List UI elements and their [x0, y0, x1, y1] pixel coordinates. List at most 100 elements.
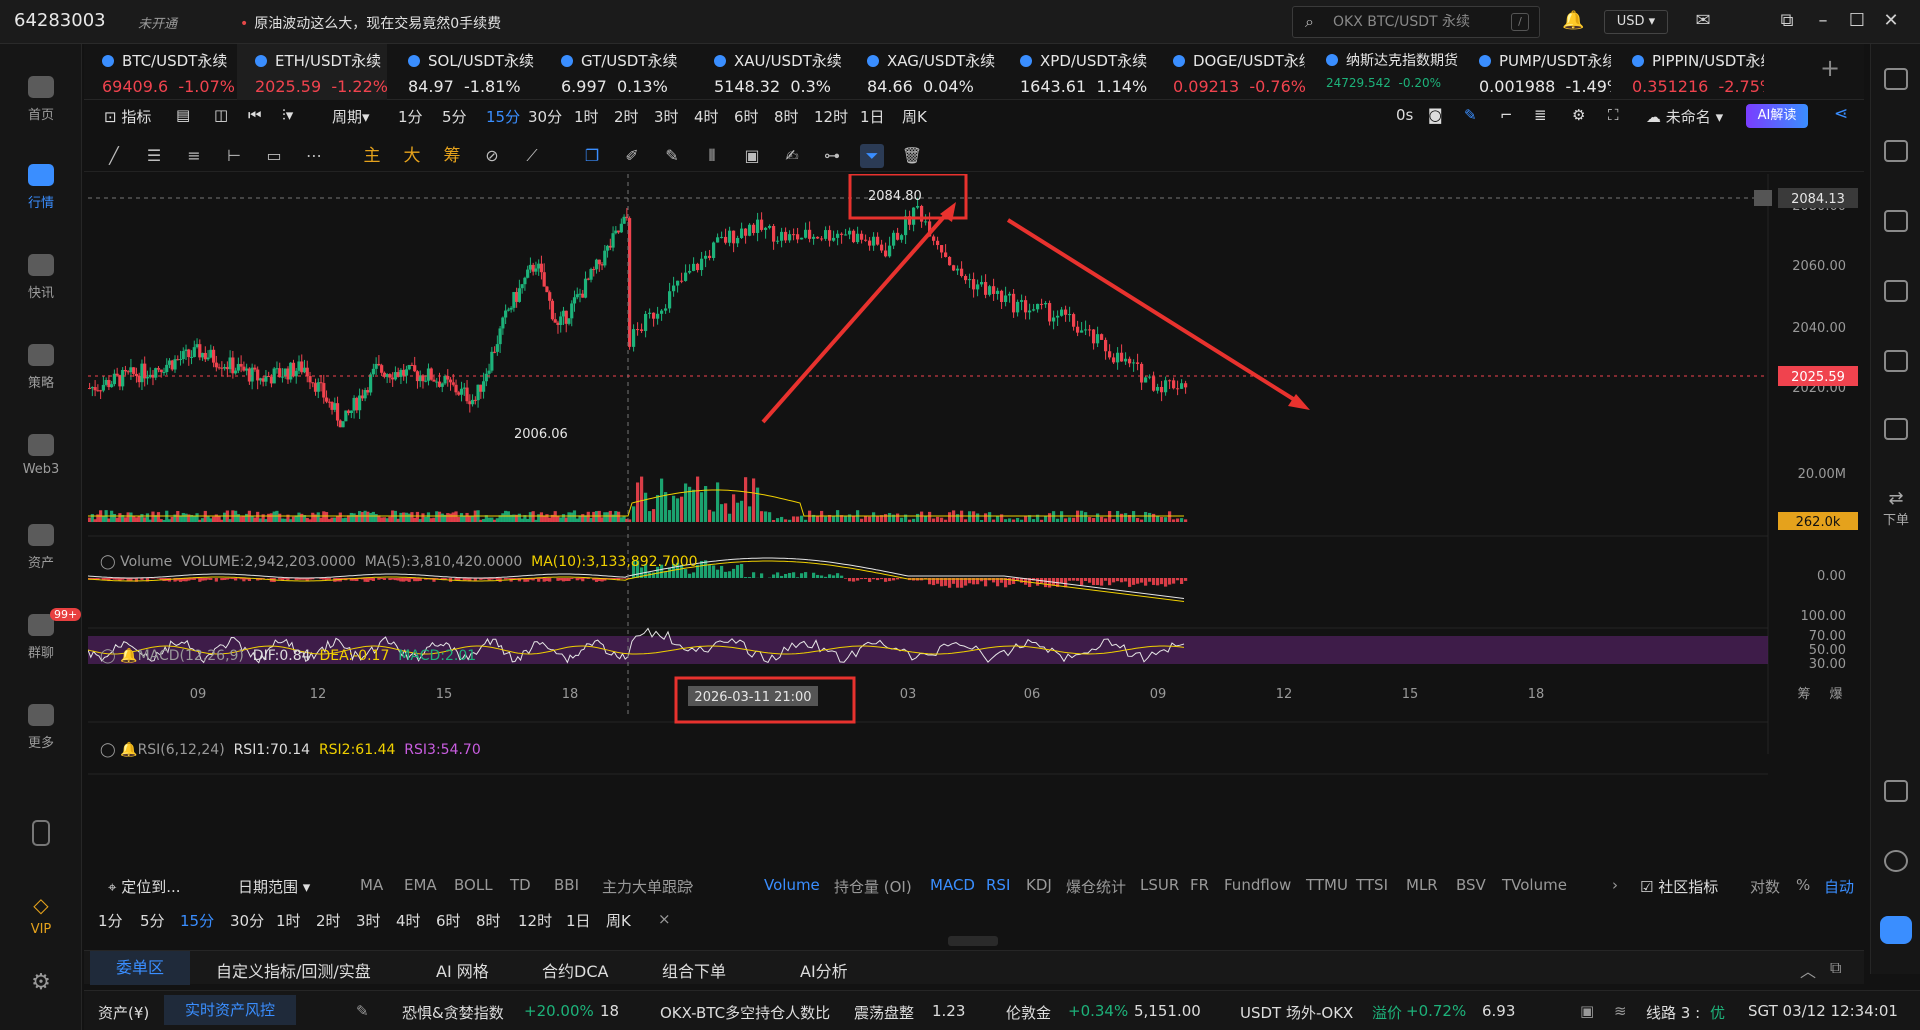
magnet-icon[interactable]: ⊘ — [480, 144, 504, 168]
order-button[interactable]: ⇄ 下单 — [1871, 488, 1920, 528]
sidebar-item-news[interactable]: 快讯 — [0, 254, 82, 301]
share-icon[interactable]: ⋖ — [1834, 104, 1848, 124]
document-icon[interactable] — [1884, 140, 1908, 162]
interval-12[interactable]: 周K — [902, 106, 927, 127]
overlay-2[interactable]: BOLL — [454, 876, 493, 894]
interval-7[interactable]: 4时 — [694, 106, 719, 127]
interval-0[interactable]: 1分 — [98, 910, 123, 931]
interval-0[interactable]: 1分 — [398, 106, 423, 127]
clipboard-icon[interactable]: ▣ — [740, 144, 764, 168]
sub-indicator-4[interactable]: KDJ — [1026, 876, 1052, 894]
depth-icon[interactable] — [1884, 350, 1908, 372]
sub-indicator-2[interactable]: MACD — [930, 876, 975, 894]
bars-pattern-icon[interactable]: ⫴ — [700, 144, 724, 168]
add-alert-button[interactable] — [1754, 190, 1772, 206]
tab-contract-dca[interactable]: 合约DCA — [542, 958, 608, 982]
auto-scale-toggle[interactable]: 自动 — [1824, 876, 1854, 897]
trend-icon[interactable] — [1884, 280, 1908, 302]
pen-icon[interactable]: ✎ — [1464, 106, 1477, 124]
interval-4[interactable]: 1时 — [574, 106, 599, 127]
locate-button[interactable]: ⌖ 定位到... — [108, 876, 181, 897]
maximize-icon[interactable]: ☐ — [1846, 10, 1868, 32]
bookmark-icon[interactable]: ⌐ — [1500, 106, 1513, 124]
interval-10[interactable]: 12时 — [814, 106, 848, 127]
minimize-icon[interactable]: – — [1812, 10, 1834, 32]
news-ticker[interactable]: 原油波动这么大，现在交易竟然0手续费 — [240, 13, 501, 33]
ticker-tab[interactable]: XAU/USDT永续 5148.32 0.3% — [696, 44, 846, 100]
horizontal-ray-icon[interactable]: ⊢ — [222, 144, 246, 168]
tab-ai-analysis[interactable]: AI分析 — [800, 958, 848, 982]
community-indicator-button[interactable]: ☑ 社区指标 — [1640, 876, 1718, 897]
big-order-button[interactable]: 大 — [400, 144, 424, 168]
popout-icon[interactable]: ⧉ — [1830, 958, 1841, 978]
add-ticker-icon[interactable]: + — [1820, 54, 1840, 82]
ticker-tab[interactable]: XAG/USDT永续 84.66 0.04% — [849, 44, 999, 100]
date-range-select[interactable]: 日期范围 ▾ — [238, 876, 310, 897]
fullscreen-icon[interactable]: ⛶ — [1608, 106, 1619, 124]
sidebar-item-settings[interactable]: ⚙ — [0, 972, 82, 1000]
close-icon[interactable]: × — [658, 910, 671, 928]
camera-icon[interactable]: ◙ — [1428, 106, 1443, 124]
sub-indicator-8[interactable]: Fundflow — [1224, 876, 1291, 894]
rectangle-icon[interactable]: ▭ — [262, 144, 286, 168]
sub-indicator-13[interactable]: TVolume — [1502, 876, 1567, 894]
replay-icon[interactable]: ⏮ — [248, 106, 262, 124]
link-icon[interactable]: ⊶ — [820, 144, 844, 168]
overlay-3[interactable]: TD — [510, 876, 531, 894]
bell-icon[interactable]: 🔔 — [1562, 10, 1584, 32]
interval-1[interactable]: 5分 — [140, 910, 165, 931]
ticker-tab[interactable]: XPD/USDT永续 1643.61 1.14% — [1002, 44, 1152, 100]
assistant-icon[interactable] — [1880, 916, 1912, 944]
ticker-tab[interactable]: DOGE/USDT永续 0.09213 -0.76% — [1155, 44, 1305, 100]
horizontal-lines-icon[interactable]: ≡ — [182, 144, 206, 168]
layout-icon[interactable]: ◫ — [214, 106, 228, 124]
interval-8[interactable]: 6时 — [734, 106, 759, 127]
ticker-tab[interactable]: SOL/USDT永续 84.97 -1.81% — [390, 44, 540, 100]
user-id[interactable]: 64283003 — [14, 10, 106, 31]
candlestick-chart[interactable]: 2080.002060.002040.002020.0020.00M0.0010… — [87, 172, 1860, 874]
overlay-0[interactable]: MA — [360, 876, 383, 894]
ai-interpret-button[interactable]: AI解读 — [1746, 104, 1808, 128]
list-icon[interactable] — [1884, 68, 1908, 90]
ticker-tab[interactable]: 纳斯达克指数期货C 24729.542 -0.20% — [1308, 44, 1458, 100]
interval-11[interactable]: 1日 — [566, 910, 591, 931]
sub-indicator-9[interactable]: TTMU — [1306, 876, 1348, 894]
sub-indicator-11[interactable]: MLR — [1406, 876, 1438, 894]
overlay-1[interactable]: EMA — [404, 876, 437, 894]
interval-2[interactable]: 15分 — [180, 910, 214, 931]
tab-orders[interactable]: 委单区 — [90, 951, 190, 985]
interval-8[interactable]: 6时 — [436, 910, 461, 931]
interval-5[interactable]: 2时 — [614, 106, 639, 127]
sidebar-item-mobile[interactable] — [0, 820, 82, 852]
interval-6[interactable]: 3时 — [654, 106, 679, 127]
parallel-lines-icon[interactable]: ☰ — [142, 144, 166, 168]
overlay-5[interactable]: 主力大单跟踪 — [602, 876, 692, 897]
sub-indicator-6[interactable]: LSUR — [1140, 876, 1179, 894]
assets-label[interactable]: 资产(¥) — [98, 1002, 149, 1023]
brush-icon[interactable]: ✎ — [660, 144, 684, 168]
interval-9[interactable]: 8时 — [774, 106, 799, 127]
measure-icon[interactable]: ⟋ — [520, 144, 544, 168]
interval-3[interactable]: 30分 — [230, 910, 264, 931]
popout-icon[interactable]: ⧉ — [1776, 10, 1798, 32]
interval-3[interactable]: 30分 — [528, 106, 562, 127]
interval-5[interactable]: 2时 — [316, 910, 341, 931]
sub-indicator-12[interactable]: BSV — [1456, 876, 1486, 894]
sidebar-item-chat[interactable]: 群聊 99+ — [0, 608, 82, 661]
chevron-up-icon[interactable]: ︿ — [1800, 958, 1816, 982]
network-line-label[interactable]: 线路 3 : — [1646, 1002, 1700, 1023]
note-icon[interactable]: ✍ — [780, 144, 804, 168]
panel-resize-handle[interactable] — [948, 936, 998, 946]
chevron-right-icon[interactable]: › — [688, 876, 694, 894]
chevron-right-icon[interactable]: › — [1612, 876, 1618, 894]
account-status[interactable]: 未开通 — [138, 13, 177, 32]
sidebar-item-home[interactable]: 首页 — [0, 76, 82, 123]
report-icon[interactable]: ▣ — [1580, 1002, 1594, 1020]
interval-6[interactable]: 3时 — [356, 910, 381, 931]
interval-1[interactable]: 5分 — [442, 106, 467, 127]
ticker-tab[interactable]: BTC/USDT永续 69409.6 -1.07% — [84, 44, 234, 100]
interval-2[interactable]: 15分 — [486, 106, 520, 127]
close-icon[interactable]: ✕ — [1880, 10, 1902, 32]
interval-12[interactable]: 周K — [606, 910, 631, 931]
sub-indicator-0[interactable]: Volume — [764, 876, 820, 894]
